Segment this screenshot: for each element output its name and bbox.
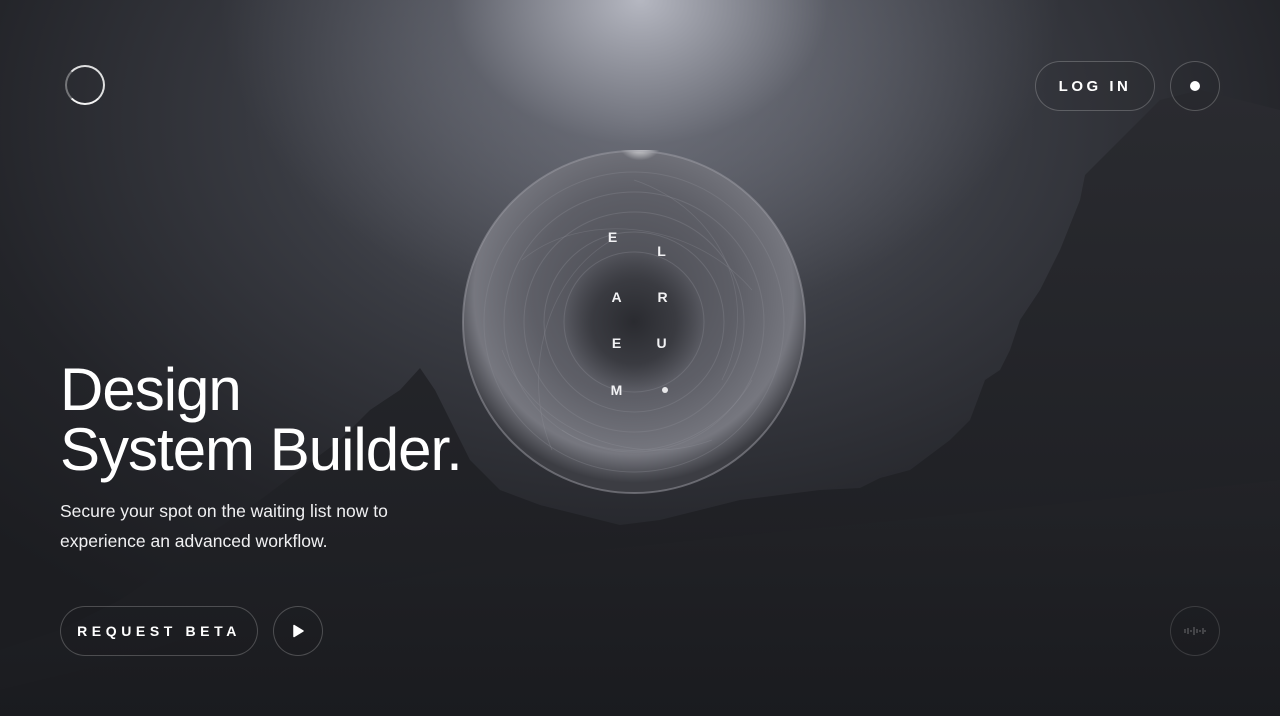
login-label: LOG IN xyxy=(1058,77,1132,95)
login-button[interactable]: LOG IN xyxy=(1035,61,1155,111)
orb-sphere xyxy=(462,150,806,494)
orb-dot xyxy=(662,387,668,393)
hero-title-line2: System Builder. xyxy=(60,416,463,483)
orb-letter: E xyxy=(611,335,623,351)
hero-title: Design System Builder. xyxy=(60,356,463,483)
orb-letter: U xyxy=(656,335,668,351)
ring-logo-icon[interactable] xyxy=(65,65,105,105)
orb-letter: L xyxy=(657,243,667,259)
sound-toggle-button[interactable] xyxy=(1170,606,1220,656)
menu-button[interactable] xyxy=(1170,61,1220,111)
orb-letter: A xyxy=(611,289,623,305)
orb-letter: M xyxy=(610,382,624,398)
hero-subtitle: Secure your spot on the waiting list now… xyxy=(60,496,460,556)
hero-title-line1: Design xyxy=(60,356,242,423)
request-beta-label: REQUEST BETA xyxy=(77,623,241,639)
orb: E L A R E U M xyxy=(462,150,806,494)
orb-letter: R xyxy=(657,289,669,305)
play-button[interactable] xyxy=(273,606,323,656)
play-icon xyxy=(293,624,304,638)
sound-wave-icon xyxy=(1184,627,1206,635)
hero-subtitle-line2: experience an advanced workflow. xyxy=(60,531,328,551)
hero-subtitle-line1: Secure your spot on the waiting list now… xyxy=(60,501,388,521)
request-beta-button[interactable]: REQUEST BETA xyxy=(60,606,258,656)
orb-letter: E xyxy=(607,229,619,245)
menu-dot-icon xyxy=(1190,81,1200,91)
